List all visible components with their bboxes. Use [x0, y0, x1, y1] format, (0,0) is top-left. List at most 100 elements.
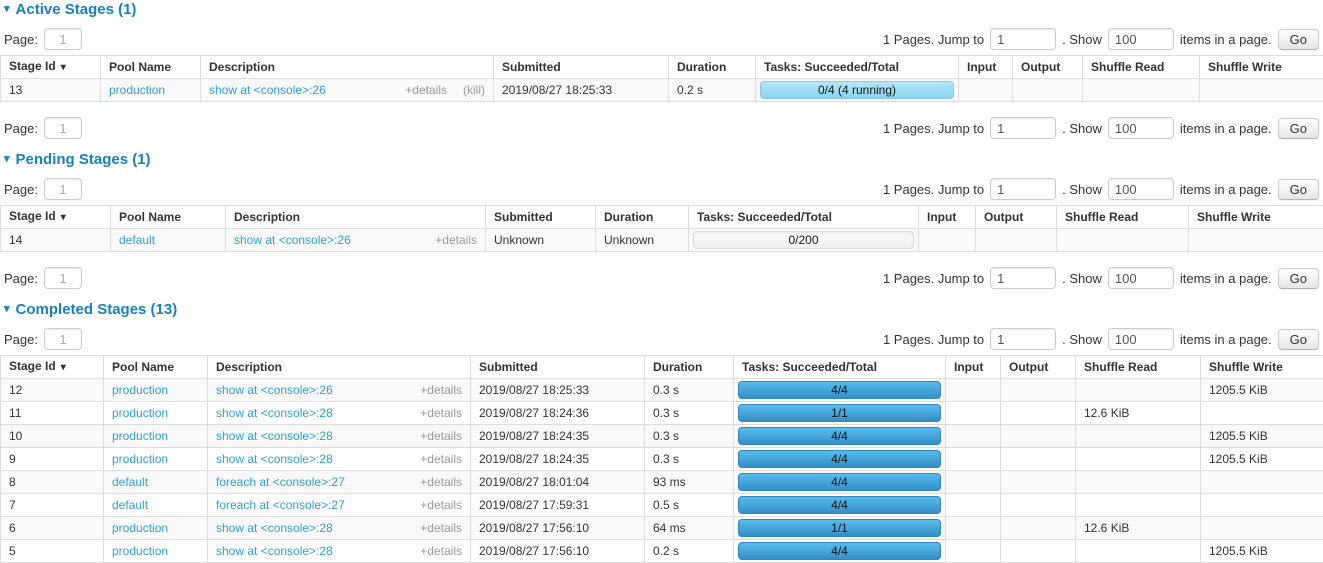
- stage-description-link[interactable]: show at <console>:26: [234, 233, 351, 248]
- page-selector: Page:: [4, 328, 82, 350]
- details-toggle[interactable]: +details: [435, 233, 477, 248]
- items-per-page-label: items in a page.: [1180, 332, 1272, 347]
- col-header-output[interactable]: Output: [1001, 356, 1076, 379]
- stage-description-link[interactable]: show at <console>:26: [216, 383, 333, 398]
- col-header-output[interactable]: Output: [1013, 56, 1083, 79]
- details-toggle[interactable]: +details: [420, 521, 462, 536]
- col-header-description[interactable]: Description: [201, 56, 494, 79]
- stage-description-link[interactable]: foreach at <console>:27: [216, 475, 345, 490]
- page-number-input[interactable]: [44, 28, 82, 50]
- page-label: Page:: [4, 332, 38, 347]
- col-header-duration[interactable]: Duration: [596, 206, 689, 229]
- stage-id-cell: 11: [1, 402, 104, 425]
- col-header-input[interactable]: Input: [919, 206, 976, 229]
- pending-stages-table-container: Stage Id▾Pool NameDescriptionSubmittedDu…: [0, 205, 1323, 252]
- active-stages-heading[interactable]: ▾ Active Stages (1): [4, 2, 1323, 17]
- stage-description-link[interactable]: show at <console>:28: [216, 521, 333, 536]
- go-button[interactable]: Go: [1278, 118, 1319, 139]
- show-items-input[interactable]: [1108, 267, 1174, 289]
- show-items-input[interactable]: [1108, 178, 1174, 200]
- pool-name-link[interactable]: production: [112, 429, 168, 443]
- col-header-input[interactable]: Input: [946, 356, 1001, 379]
- completed-stages-heading[interactable]: ▾ Completed Stages (13): [4, 302, 1323, 317]
- pool-name-link[interactable]: production: [109, 83, 165, 97]
- page-number-input[interactable]: [44, 178, 82, 200]
- pool-name-link[interactable]: production: [112, 521, 168, 535]
- page-number-input[interactable]: [44, 267, 82, 289]
- col-header-tasks-succeeded-total[interactable]: Tasks: Succeeded/Total: [756, 56, 959, 79]
- shuffle-read-cell: 12.6 KiB: [1076, 402, 1201, 425]
- tasks-cell: 4/4: [734, 425, 946, 448]
- go-button[interactable]: Go: [1278, 179, 1319, 200]
- pool-name-link[interactable]: production: [112, 452, 168, 466]
- col-header-stage-id[interactable]: Stage Id▾: [1, 356, 104, 379]
- col-header-pool-name[interactable]: Pool Name: [104, 356, 208, 379]
- details-toggle[interactable]: +details: [420, 429, 462, 444]
- show-items-input[interactable]: [1108, 117, 1174, 139]
- col-header-duration[interactable]: Duration: [645, 356, 734, 379]
- col-header-shuffle-read[interactable]: Shuffle Read: [1076, 356, 1201, 379]
- col-header-duration[interactable]: Duration: [669, 56, 756, 79]
- stage-description-link[interactable]: show at <console>:28: [216, 406, 333, 421]
- jump-to-page-input[interactable]: [990, 328, 1056, 350]
- col-header-pool-name[interactable]: Pool Name: [111, 206, 226, 229]
- details-toggle[interactable]: +details: [420, 452, 462, 467]
- stage-description-link[interactable]: foreach at <console>:27: [216, 498, 345, 513]
- jump-to-page-input[interactable]: [990, 178, 1056, 200]
- pool-name-link[interactable]: production: [112, 383, 168, 397]
- go-button[interactable]: Go: [1278, 29, 1319, 50]
- col-header-input[interactable]: Input: [959, 56, 1013, 79]
- col-header-submitted[interactable]: Submitted: [471, 356, 645, 379]
- description-cell: show at <console>:28 +details: [208, 425, 471, 448]
- col-header-shuffle-read[interactable]: Shuffle Read: [1057, 206, 1189, 229]
- kill-link[interactable]: (kill): [463, 83, 485, 98]
- pool-name-link[interactable]: production: [112, 406, 168, 420]
- stage-row: 14defaultshow at <console>:26+detailsUnk…: [1, 229, 1323, 252]
- shuffle-read-cell: [1076, 540, 1201, 563]
- col-header-shuffle-read[interactable]: Shuffle Read: [1083, 56, 1200, 79]
- show-label: . Show: [1062, 121, 1102, 136]
- show-items-input[interactable]: [1108, 28, 1174, 50]
- pool-name-link[interactable]: default: [112, 498, 148, 512]
- page-number-input[interactable]: [44, 117, 82, 139]
- active-pagination-bottom: Page:1 Pages. Jump to. Showitems in a pa…: [4, 116, 1319, 140]
- go-button[interactable]: Go: [1278, 268, 1319, 289]
- col-header-output[interactable]: Output: [976, 206, 1057, 229]
- output-cell: [1001, 425, 1076, 448]
- page-label: Page:: [4, 121, 38, 136]
- pool-name-link[interactable]: default: [112, 475, 148, 489]
- go-button[interactable]: Go: [1278, 329, 1319, 350]
- col-header-pool-name[interactable]: Pool Name: [101, 56, 201, 79]
- pending-stages-heading[interactable]: ▾ Pending Stages (1): [4, 152, 1323, 167]
- stage-description-link[interactable]: show at <console>:28: [216, 429, 333, 444]
- details-toggle[interactable]: +details: [420, 498, 462, 513]
- shuffle-write-cell: [1201, 517, 1323, 540]
- jump-to-page-input[interactable]: [990, 28, 1056, 50]
- col-header-submitted[interactable]: Submitted: [494, 56, 669, 79]
- tasks-progress-bar: 4/4: [738, 381, 941, 399]
- details-toggle[interactable]: +details: [420, 406, 462, 421]
- col-header-shuffle-write[interactable]: Shuffle Write: [1189, 206, 1323, 229]
- stage-description-link[interactable]: show at <console>:28: [216, 452, 333, 467]
- pool-name-link[interactable]: default: [119, 233, 155, 247]
- col-header-tasks-succeeded-total[interactable]: Tasks: Succeeded/Total: [689, 206, 919, 229]
- details-toggle[interactable]: +details: [420, 383, 462, 398]
- col-header-description[interactable]: Description: [208, 356, 471, 379]
- col-header-tasks-succeeded-total[interactable]: Tasks: Succeeded/Total: [734, 356, 946, 379]
- jump-to-page-input[interactable]: [990, 117, 1056, 139]
- details-toggle[interactable]: +details: [405, 83, 447, 98]
- col-header-submitted[interactable]: Submitted: [486, 206, 596, 229]
- col-header-stage-id[interactable]: Stage Id▾: [1, 206, 111, 229]
- details-toggle[interactable]: +details: [420, 544, 462, 559]
- stage-description-link[interactable]: show at <console>:28: [216, 544, 333, 559]
- col-header-shuffle-write[interactable]: Shuffle Write: [1201, 356, 1323, 379]
- show-items-input[interactable]: [1108, 328, 1174, 350]
- col-header-shuffle-write[interactable]: Shuffle Write: [1200, 56, 1323, 79]
- col-header-description[interactable]: Description: [226, 206, 486, 229]
- page-number-input[interactable]: [44, 328, 82, 350]
- jump-to-page-input[interactable]: [990, 267, 1056, 289]
- col-header-stage-id[interactable]: Stage Id▾: [1, 56, 101, 79]
- pool-name-link[interactable]: production: [112, 544, 168, 558]
- stage-description-link[interactable]: show at <console>:26: [209, 83, 326, 98]
- details-toggle[interactable]: +details: [420, 475, 462, 490]
